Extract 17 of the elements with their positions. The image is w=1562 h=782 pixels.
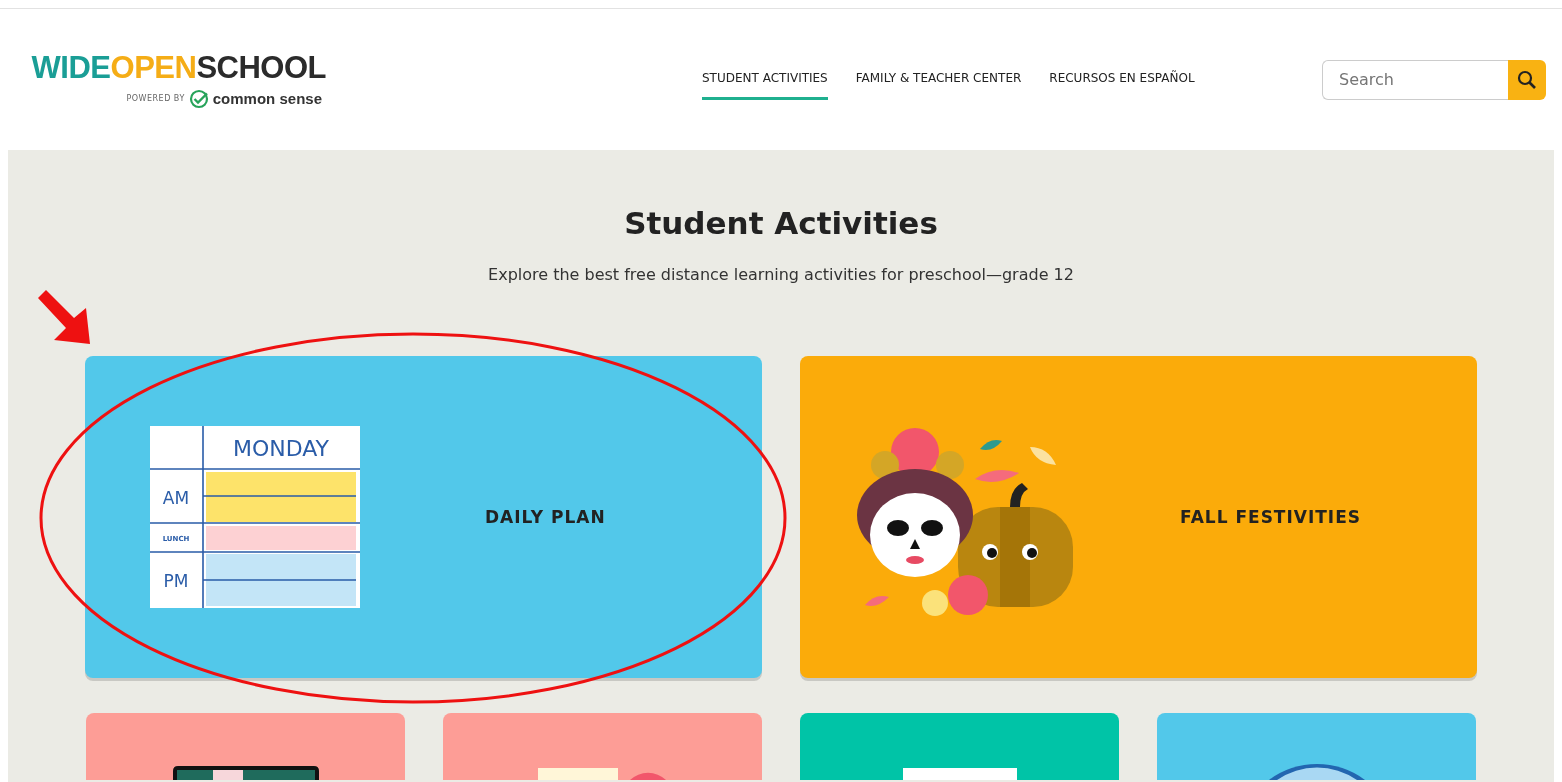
site-logo[interactable]: WIDEOPENSCHOOL	[31, 50, 326, 85]
search-button[interactable]	[1508, 59, 1546, 100]
checkmark-circle-icon	[188, 88, 209, 109]
arrow-icon	[38, 290, 90, 344]
page-title: Student Activities	[624, 205, 938, 241]
brand-name: common sense	[212, 90, 322, 107]
search-field[interactable]: Search	[1322, 59, 1508, 100]
activity-card[interactable]	[86, 713, 405, 780]
nav-link[interactable]: STUDENT ACTIVITIES	[702, 65, 828, 100]
nav-link[interactable]: RECURSOS EN ESPAÑOL	[1049, 65, 1195, 100]
card-label: DAILY PLAN	[485, 507, 606, 527]
nav-link[interactable]: FAMILY & TEACHER CENTER	[855, 65, 1022, 100]
search-icon	[1517, 69, 1537, 90]
page-subtitle: Explore the best free distance learning activities for preschool—grade 12	[488, 265, 1074, 284]
powered-by-label: POWERED BY	[126, 94, 185, 103]
card-label: FALL FESTIVITIES	[1180, 507, 1362, 527]
activity-card[interactable]: FALL FESTIVITIES	[800, 356, 1477, 678]
